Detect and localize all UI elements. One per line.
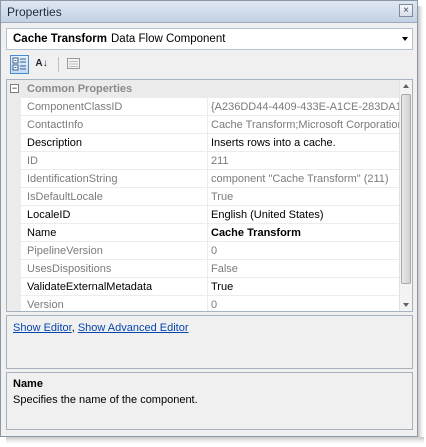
title-bar[interactable]: Properties × <box>1 1 417 23</box>
property-value: 0 <box>211 245 218 257</box>
property-name: ComponentClassID <box>27 101 123 113</box>
property-pages-button[interactable] <box>64 55 83 74</box>
property-name: Description <box>27 137 83 149</box>
description-text: Specifies the name of the component. <box>13 394 198 406</box>
property-rows: ComponentClassID {A236DD44-4409-433E-A1CE… <box>21 98 401 311</box>
property-row[interactable]: LocaleID English (United States) <box>21 206 401 224</box>
property-row[interactable]: IdentificationString component "Cache Tra… <box>21 170 401 188</box>
selected-object-name: Cache Transform <box>13 33 107 45</box>
description-title: Name <box>13 378 43 390</box>
property-name: Name <box>27 227 57 239</box>
column-splitter[interactable] <box>207 224 208 242</box>
property-row[interactable]: PipelineVersion 0 <box>21 242 401 260</box>
properties-window: Properties × Cache Transform Data Flow C… <box>0 0 418 437</box>
property-row[interactable]: ValidateExternalMetadata True <box>21 278 401 296</box>
property-grid: − Common Properties ComponentClassID {A23… <box>6 79 413 312</box>
property-value: False <box>211 263 238 275</box>
property-value: 211 <box>211 155 229 167</box>
object-selector-dropdown[interactable]: Cache Transform Data Flow Component <box>6 28 413 50</box>
collapse-icon[interactable]: − <box>10 84 19 93</box>
window-shadow-right <box>418 6 424 442</box>
property-value: 0 <box>211 299 218 311</box>
property-row[interactable]: UsesDispositions False <box>21 260 401 278</box>
property-pages-icon <box>67 58 80 69</box>
window-shadow-bottom <box>6 437 424 444</box>
property-value: component "Cache Transform" (211) <box>211 173 389 185</box>
property-name: LocaleID <box>27 209 71 221</box>
command-links: Show Editor, Show Advanced Editor <box>13 322 189 334</box>
column-splitter[interactable] <box>207 116 208 134</box>
property-value: True <box>211 191 234 203</box>
command-separator: , <box>71 322 75 334</box>
property-row[interactable]: Name Cache Transform <box>21 224 401 242</box>
property-value: Cache Transform;Microsoft Corporation <box>211 119 401 131</box>
property-name: IsDefaultLocale <box>27 191 103 203</box>
categorized-button[interactable] <box>10 55 29 74</box>
column-splitter[interactable] <box>207 134 208 152</box>
scroll-thumb[interactable] <box>401 94 411 284</box>
property-row[interactable]: ID 211 <box>21 152 401 170</box>
category-label: Common Properties <box>27 83 133 95</box>
chevron-down-icon <box>402 37 408 41</box>
toolbar-separator <box>58 57 59 72</box>
categorized-icon <box>12 57 26 71</box>
column-splitter[interactable] <box>207 260 208 278</box>
window-title: Properties <box>7 5 62 19</box>
property-value[interactable]: True <box>211 281 401 293</box>
commands-pane: Show Editor, Show Advanced Editor <box>6 315 413 369</box>
property-value[interactable]: Cache Transform <box>211 227 401 239</box>
column-splitter[interactable] <box>207 188 208 206</box>
property-name: IdentificationString <box>27 173 118 185</box>
property-row[interactable]: IsDefaultLocale True <box>21 188 401 206</box>
alphabetical-button[interactable]: A↓ <box>32 55 51 74</box>
alphabetical-icon: A↓ <box>35 58 48 69</box>
scroll-up-icon[interactable] <box>403 84 409 88</box>
property-name: Version <box>27 299 64 311</box>
grid-scrollbar[interactable] <box>399 80 412 311</box>
column-splitter[interactable] <box>207 278 208 296</box>
column-splitter[interactable] <box>207 206 208 224</box>
column-splitter[interactable] <box>207 98 208 116</box>
description-pane: Name Specifies the name of the component… <box>6 372 413 430</box>
properties-toolbar: A↓ <box>6 54 413 76</box>
show-advanced-editor-link[interactable]: Show Advanced Editor <box>78 322 189 334</box>
property-value[interactable]: English (United States) <box>211 209 401 221</box>
property-name: ContactInfo <box>27 119 84 131</box>
scroll-down-icon[interactable] <box>403 303 409 307</box>
column-splitter[interactable] <box>207 296 208 311</box>
column-splitter[interactable] <box>207 242 208 260</box>
show-editor-link[interactable]: Show Editor <box>13 322 72 334</box>
close-icon: × <box>403 5 409 16</box>
column-splitter[interactable] <box>207 170 208 188</box>
close-button[interactable]: × <box>399 4 413 17</box>
selected-object-type: Data Flow Component <box>111 33 226 45</box>
property-name: UsesDispositions <box>27 263 112 275</box>
property-row[interactable]: ContactInfo Cache Transform;Microsoft Cor… <box>21 116 401 134</box>
grid-gutter <box>7 80 21 311</box>
property-row[interactable]: Description Inserts rows into a cache. <box>21 134 401 152</box>
property-name: ID <box>27 155 38 167</box>
column-splitter[interactable] <box>207 152 208 170</box>
property-value[interactable]: Inserts rows into a cache. <box>211 137 401 149</box>
property-name: PipelineVersion <box>27 245 103 257</box>
property-row[interactable]: Version 0 <box>21 296 401 311</box>
property-value: {A236DD44-4409-433E-A1CE-283DA18C7B8E} <box>211 101 401 113</box>
property-name: ValidateExternalMetadata <box>27 281 153 293</box>
property-row[interactable]: ComponentClassID {A236DD44-4409-433E-A1CE… <box>21 98 401 116</box>
category-row[interactable]: − Common Properties <box>7 80 401 98</box>
